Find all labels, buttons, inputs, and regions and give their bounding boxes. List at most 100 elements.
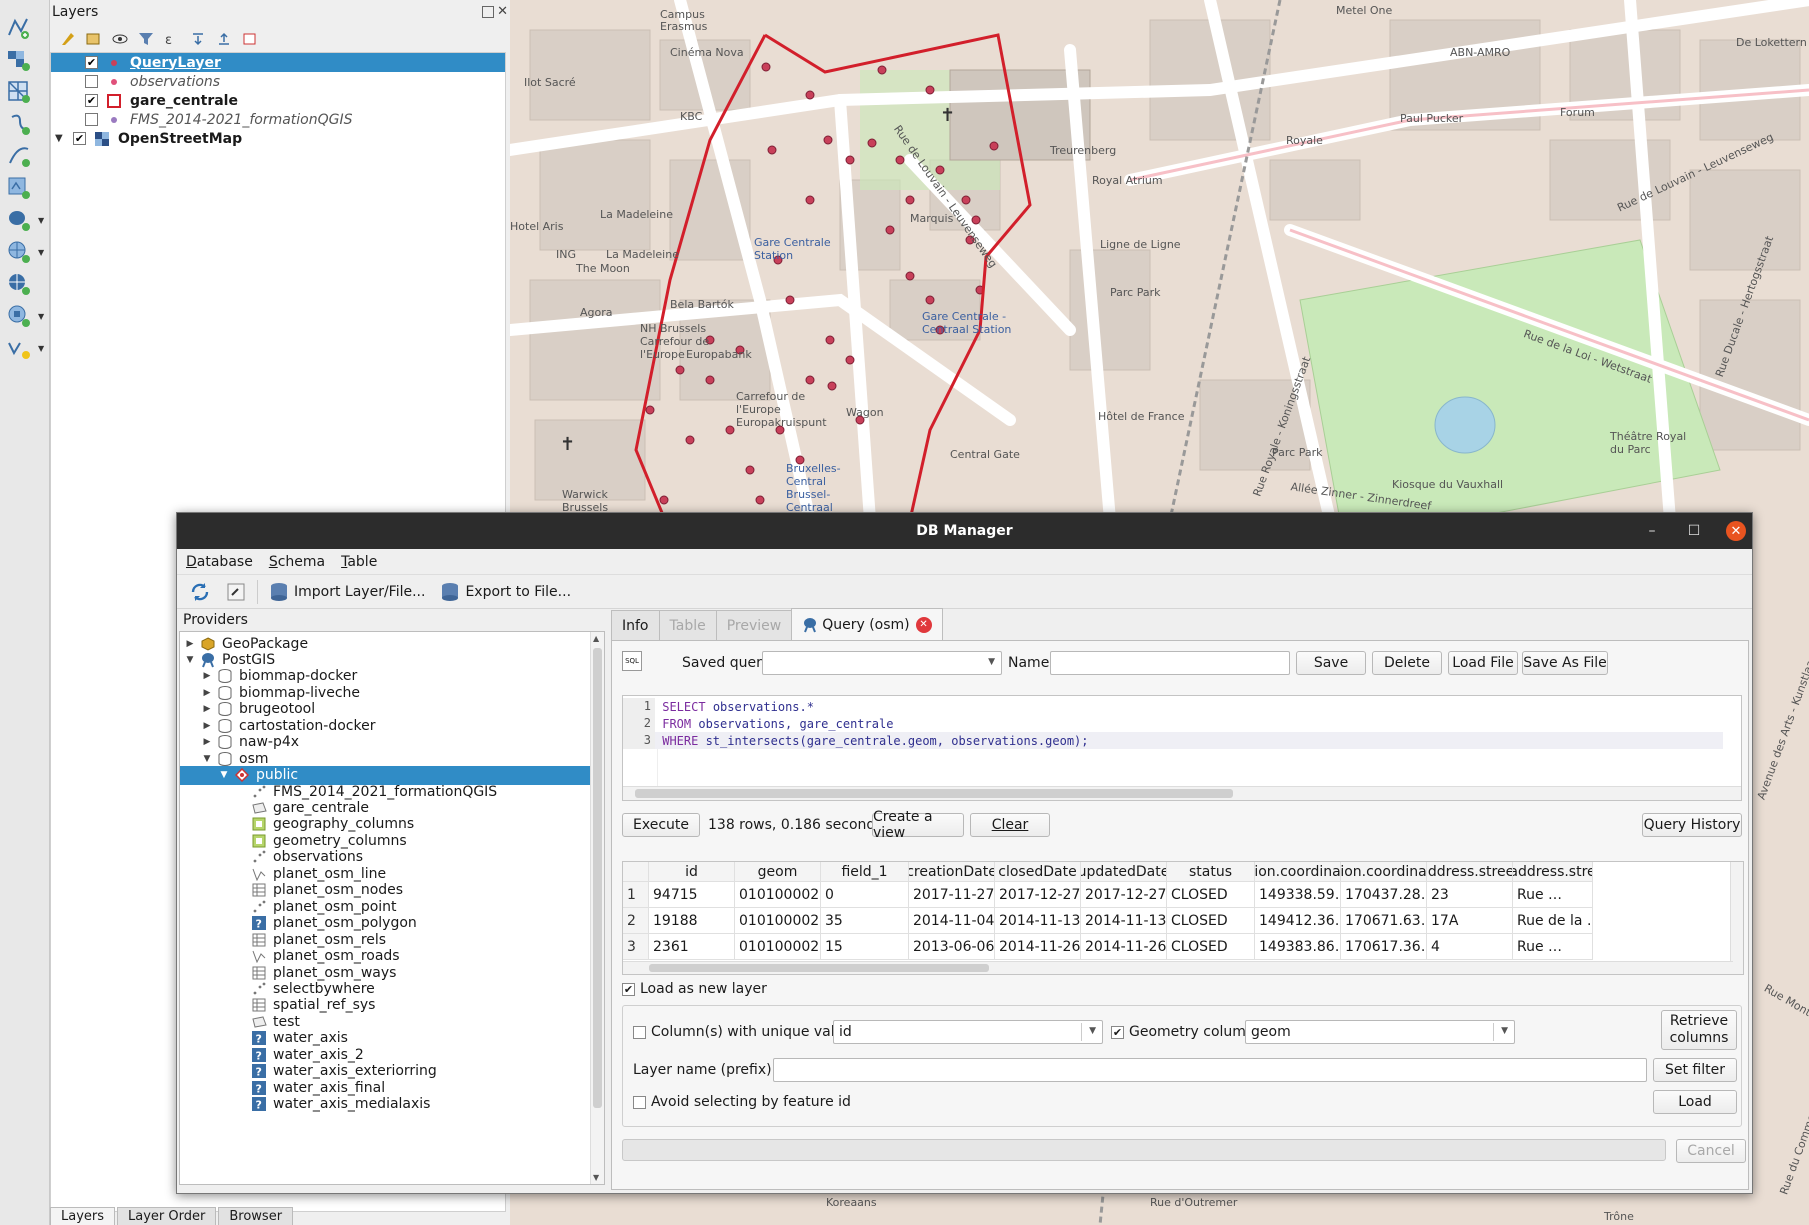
table-cell[interactable]: CLOSED [1167, 934, 1255, 960]
row-index[interactable]: 3 [623, 934, 649, 960]
export-file-button[interactable]: Export to File... [435, 579, 575, 605]
table-cell[interactable]: Rue de la … [1513, 908, 1593, 934]
add-group-icon[interactable] [84, 29, 104, 49]
load-button[interactable]: Load [1653, 1090, 1737, 1114]
table-cell[interactable]: 170617.36… [1341, 934, 1427, 960]
chevron-right-icon[interactable]: ▶ [201, 721, 213, 731]
refresh-button[interactable] [185, 579, 215, 605]
chevron-down-icon[interactable]: ▼ [38, 312, 44, 321]
table-cell[interactable]: 4 [1427, 934, 1513, 960]
remove-layer-icon[interactable] [240, 29, 260, 49]
layer-item-openstreetmap[interactable]: ▼ ✔ OpenStreetMap [51, 129, 505, 148]
import-layer-button[interactable]: Import Layer/File... [264, 579, 429, 605]
table-cell[interactable]: 2013-06-06… [909, 934, 995, 960]
chevron-down-icon[interactable]: ▼ [38, 216, 44, 225]
load-file-button[interactable]: Load File [1448, 651, 1518, 675]
query-name-input[interactable] [1050, 651, 1290, 675]
layer-name-input[interactable] [773, 1058, 1647, 1082]
tab-browser[interactable]: Browser [218, 1207, 294, 1225]
query-history-button[interactable]: Query History [1642, 813, 1742, 837]
execute-button[interactable]: Execute [622, 813, 700, 837]
column-header[interactable]: tion.coordinat [1341, 862, 1427, 882]
table-cell[interactable]: 149412.36… [1255, 908, 1341, 934]
layer-visibility-checkbox[interactable] [85, 113, 98, 126]
cancel-button[interactable]: Cancel [1676, 1139, 1746, 1163]
table-cell[interactable]: 149338.59… [1255, 882, 1341, 908]
table-cell[interactable]: 010100002… [735, 934, 821, 960]
table-row[interactable]: 219188010100002…352014-11-04…2014-11-13…… [623, 908, 1593, 934]
table-cell[interactable]: 2014-11-13… [1081, 908, 1167, 934]
avoid-select-checkbox[interactable] [633, 1096, 646, 1109]
column-header[interactable]: address.street [1427, 862, 1513, 882]
layer-visibility-checkbox[interactable]: ✔ [85, 94, 98, 107]
layer-visibility-checkbox[interactable]: ✔ [85, 56, 98, 69]
provider-item-water-axis-medialaxis[interactable]: ? water_axis_medialaxis [180, 1095, 590, 1114]
column-header[interactable]: tion.coordinat [1255, 862, 1341, 882]
scroll-up-icon[interactable]: ▲ [593, 634, 599, 643]
table-cell[interactable]: 010100002… [735, 908, 821, 934]
tab-query-osm[interactable]: Query (osm) ✕ [791, 608, 943, 640]
table-cell[interactable]: 15 [821, 934, 909, 960]
add-mesh-layer-icon[interactable] [6, 78, 40, 106]
add-wfs-layer-icon[interactable] [6, 270, 40, 298]
scroll-down-icon[interactable]: ▼ [593, 1173, 599, 1182]
sql-editor[interactable]: 1 SELECT observations.* 2 FROM observati… [622, 695, 1742, 801]
table-cell[interactable]: 23 [1427, 882, 1513, 908]
geometry-column-checkbox[interactable]: ✔ [1111, 1026, 1124, 1039]
chevron-down-icon[interactable]: ▼ [38, 344, 44, 353]
visibility-eye-icon[interactable] [110, 29, 130, 49]
add-wcs-layer-icon[interactable]: ▼ [6, 302, 44, 330]
geometry-column-combo[interactable]: geom ▼ [1245, 1020, 1515, 1044]
column-header[interactable]: id [649, 862, 735, 882]
save-as-file-button[interactable]: Save As File [1522, 651, 1608, 675]
add-delimited-text-icon[interactable] [6, 110, 40, 138]
row-index[interactable]: 2 [623, 908, 649, 934]
tab-layers[interactable]: Layers [50, 1207, 116, 1225]
tab-layer-order[interactable]: Layer Order [117, 1207, 217, 1225]
table-cell[interactable]: 2017-11-27… [909, 882, 995, 908]
providers-scrollbar[interactable]: ▲ ▼ [590, 632, 604, 1184]
clear-button[interactable]: Clear [970, 813, 1050, 837]
table-cell[interactable]: 0 [821, 882, 909, 908]
sql-window-button[interactable] [221, 579, 251, 605]
close-tab-icon[interactable]: ✕ [915, 616, 932, 633]
load-as-new-layer-checkbox[interactable]: ✔ [622, 983, 635, 996]
menu-table[interactable]: Table [341, 554, 377, 570]
filter-expression-icon[interactable]: ε [162, 29, 182, 49]
column-header[interactable]: status [1167, 862, 1255, 882]
retrieve-columns-button[interactable]: Retrieve columns [1661, 1010, 1737, 1050]
saved-query-combo[interactable]: ▼ [762, 651, 1002, 675]
table-cell[interactable]: 2014-11-26… [1081, 934, 1167, 960]
maximize-icon[interactable]: ☐ [1684, 521, 1704, 541]
layer-item-gare-centrale[interactable]: ✔ gare_centrale [51, 91, 505, 110]
chevron-down-icon[interactable]: ▼ [201, 754, 213, 764]
add-raster-layer-icon[interactable] [6, 46, 40, 74]
tab-table[interactable]: Table [658, 610, 717, 640]
tab-info[interactable]: Info [611, 610, 660, 640]
set-filter-button[interactable]: Set filter [1653, 1058, 1737, 1082]
unique-values-checkbox[interactable] [633, 1026, 646, 1039]
table-cell[interactable]: 149383.86… [1255, 934, 1341, 960]
table-cell[interactable]: 2017-12-27… [995, 882, 1081, 908]
add-vector-layer-icon[interactable] [6, 14, 40, 42]
table-cell[interactable]: 94715 [649, 882, 735, 908]
add-spatialite-icon[interactable] [6, 142, 40, 170]
column-header[interactable]: closedDate [995, 862, 1081, 882]
result-vertical-scrollbar[interactable] [1730, 862, 1743, 974]
row-index[interactable]: 1 [623, 882, 649, 908]
add-wms-layer-icon[interactable]: ▼ [6, 238, 44, 266]
column-header[interactable]: creationDate [909, 862, 995, 882]
table-row[interactable]: 194715010100002…02017-11-27…2017-12-27…2… [623, 882, 1593, 908]
table-cell[interactable]: 2017-12-27… [1081, 882, 1167, 908]
chevron-right-icon[interactable]: ▶ [201, 737, 213, 747]
add-virtual-layer-icon[interactable] [6, 174, 40, 202]
filter-icon[interactable] [136, 29, 156, 49]
table-cell[interactable]: 19188 [649, 908, 735, 934]
layer-item-querylayer[interactable]: ✔ QueryLayer [51, 53, 505, 72]
table-corner[interactable] [623, 862, 649, 882]
table-cell[interactable]: CLOSED [1167, 882, 1255, 908]
save-button[interactable]: Save [1296, 651, 1366, 675]
sql-horizontal-scrollbar[interactable] [623, 786, 1741, 800]
chevron-down-icon[interactable]: ▼ [38, 248, 44, 257]
chevron-down-icon[interactable]: ▼ [55, 133, 67, 144]
